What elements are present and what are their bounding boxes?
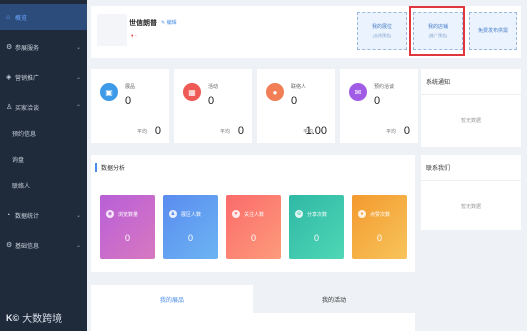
sidebar-item-exhibit-service[interactable]: ⚙ 参展服务 ⌄: [0, 34, 87, 60]
stat-avg-value: 0: [403, 125, 410, 137]
edit-label: 编辑: [166, 20, 177, 26]
megaphone-icon: ◈: [6, 74, 12, 81]
sidebar-item-basic-info[interactable]: ⚙ 基础信息 ⌄: [0, 232, 87, 258]
settings-icon: ⚙: [6, 242, 13, 249]
sidebar: ⌂ 概览 ⚙ 参展服务 ⌄ ◈ 营销推广 ⌄ ♙ 买家洽谈 ⌃ 预约信息 询盘 …: [0, 0, 87, 331]
stat-value: 0: [125, 95, 132, 107]
sidebar-item-label: 参展服务: [15, 45, 40, 52]
highlight-box: [409, 6, 465, 56]
stat-avg-value: 0: [154, 125, 161, 137]
eye-icon: ◉: [106, 210, 114, 218]
analysis-value: 0: [187, 233, 193, 243]
stat-card-appointments[interactable]: ✉ 预约洽谈 0 平均 0: [340, 69, 418, 143]
sidebar-subitem-contacts[interactable]: 联络人: [0, 172, 87, 198]
chevron-down-icon: ⌄: [75, 74, 81, 81]
panel-empty: 暂无数据: [460, 118, 481, 124]
logo-text: 大数跨境: [22, 314, 63, 325]
sidebar-item-label: 营销推广: [15, 75, 40, 82]
sidebar-item-overview[interactable]: ⌂ 概览: [0, 4, 87, 30]
user-icon: ♙: [6, 104, 13, 111]
thumb-icon: ♦: [358, 210, 366, 218]
watermark-logo: K© 大数跨境: [6, 310, 63, 326]
stat-title: 活动: [208, 84, 219, 90]
people-icon: ♟: [169, 210, 177, 218]
analysis-card-followers[interactable]: ♥ 关注人数 0: [226, 195, 281, 259]
tab-my-activities[interactable]: 我的活动: [253, 285, 415, 313]
stat-avg-label: 平均: [219, 129, 230, 135]
analysis-label: 展区人数: [181, 211, 202, 218]
analysis-value: 0: [376, 233, 382, 243]
chevron-down-icon: ⌄: [75, 242, 81, 249]
analysis-label: 关注人数: [244, 211, 265, 218]
section-title: 数据分析: [95, 163, 125, 172]
analysis-card-likes[interactable]: ♦ 点赞次数 0: [352, 195, 407, 259]
stat-title: 展品: [125, 84, 136, 90]
stat-value: 0: [374, 95, 381, 107]
sidebar-subitem-inquiry[interactable]: 询盘: [0, 146, 87, 172]
chevron-down-icon: ⌄: [75, 44, 81, 51]
sidebar-item-marketing[interactable]: ◈ 营销推广 ⌄: [0, 64, 87, 90]
my-booth-sub: (去线预览): [372, 33, 392, 38]
sidebar-item-statistics[interactable]: ◔ 数据统计 ⌄: [0, 202, 87, 228]
panel-empty: 暂无数据: [460, 204, 481, 210]
gift-icon: ▦: [183, 83, 201, 101]
panel-title: 联系我们: [421, 155, 521, 181]
tab-content: [91, 313, 415, 331]
location: ♦ -: [131, 33, 137, 39]
panel-title: 系统通知: [421, 69, 521, 95]
publish-supply-label: 免费发布供需: [477, 28, 508, 34]
stat-title: 预约洽谈: [374, 84, 395, 90]
cube-icon: ▣: [100, 83, 118, 101]
stat-title: 联络人: [291, 84, 307, 90]
stat-value: 0: [208, 95, 215, 107]
analysis-value: 0: [313, 233, 319, 243]
stat-value: 0: [291, 95, 298, 107]
analysis-card-shares[interactable]: ⊖ 分享次数 0: [289, 195, 344, 259]
chevron-down-icon: ⌄: [75, 212, 81, 219]
chevron-up-icon: ⌃: [75, 104, 81, 111]
home-icon: ⌂: [6, 13, 11, 21]
analysis-card-views[interactable]: ◉ 浏览数量 0: [100, 195, 155, 259]
stat-card-exhibits[interactable]: ▣ 展品 0 平均 0: [91, 69, 169, 143]
logo-mark: K©: [6, 312, 20, 323]
tab-my-exhibits[interactable]: 我的展品: [91, 285, 253, 313]
my-booth-button[interactable]: 我的展位 (去线预览): [357, 12, 407, 50]
sidebar-item-label: 买家洽谈: [15, 105, 40, 112]
stat-card-activities[interactable]: ▦ 活动 0 平均 0: [174, 69, 252, 143]
settings-icon: ⚙: [6, 44, 13, 51]
data-analysis-section: 数据分析 ◉ 浏览数量 0 ♟ 展区人数 0 ♥ 关注人数 0 ⊖ 分享次数 0 ♦ 点赞…: [91, 155, 415, 272]
shop-header: 世信朗普 ✎ 编辑 ♦ - 我的展位 (去线预览) 我的店铺 (推广预览) 免费…: [91, 6, 521, 58]
sidebar-item-label: 概览: [15, 15, 28, 22]
sidebar-subitem-appointments[interactable]: 预约信息: [0, 120, 87, 146]
my-booth-label: 我的展位: [371, 24, 392, 30]
analysis-card-visitors[interactable]: ♟ 展区人数 0: [163, 195, 218, 259]
stat-card-contacts[interactable]: ● 联络人 0 平均 1.00: [257, 69, 335, 143]
share-icon: ⊖: [295, 210, 303, 218]
analysis-value: 0: [250, 233, 256, 243]
sidebar-item-buyer-negotiation[interactable]: ♙ 买家洽谈 ⌃: [0, 94, 87, 120]
analysis-label: 浏览数量: [118, 211, 139, 218]
analysis-label: 点赞次数: [370, 211, 391, 218]
stat-avg-label: 平均: [136, 129, 147, 135]
edit-link[interactable]: ✎ 编辑: [161, 19, 177, 26]
heart-icon: ♥: [232, 210, 240, 218]
chart-icon: ◔: [6, 211, 11, 219]
bottom-tabs: 我的展品 我的活动: [91, 285, 415, 313]
shop-name: 世信朗普: [129, 20, 157, 27]
contact-us-panel: 联系我们 暂无数据: [421, 155, 521, 230]
analysis-value: 0: [124, 233, 130, 243]
stat-avg-label: 平均: [385, 129, 396, 135]
analysis-label: 分享次数: [307, 211, 328, 218]
shop-logo: [97, 14, 127, 46]
system-notice-panel: 系统通知 暂无数据: [421, 69, 521, 147]
stat-avg-value: 1.00: [305, 125, 327, 137]
person-icon: ●: [266, 83, 284, 101]
sidebar-item-label: 数据统计: [15, 213, 40, 220]
chat-icon: ✉: [349, 83, 367, 101]
stat-avg-value: 0: [237, 125, 244, 137]
sidebar-item-label: 基础信息: [15, 243, 40, 250]
publish-supply-button[interactable]: 免费发布供需: [469, 12, 517, 50]
